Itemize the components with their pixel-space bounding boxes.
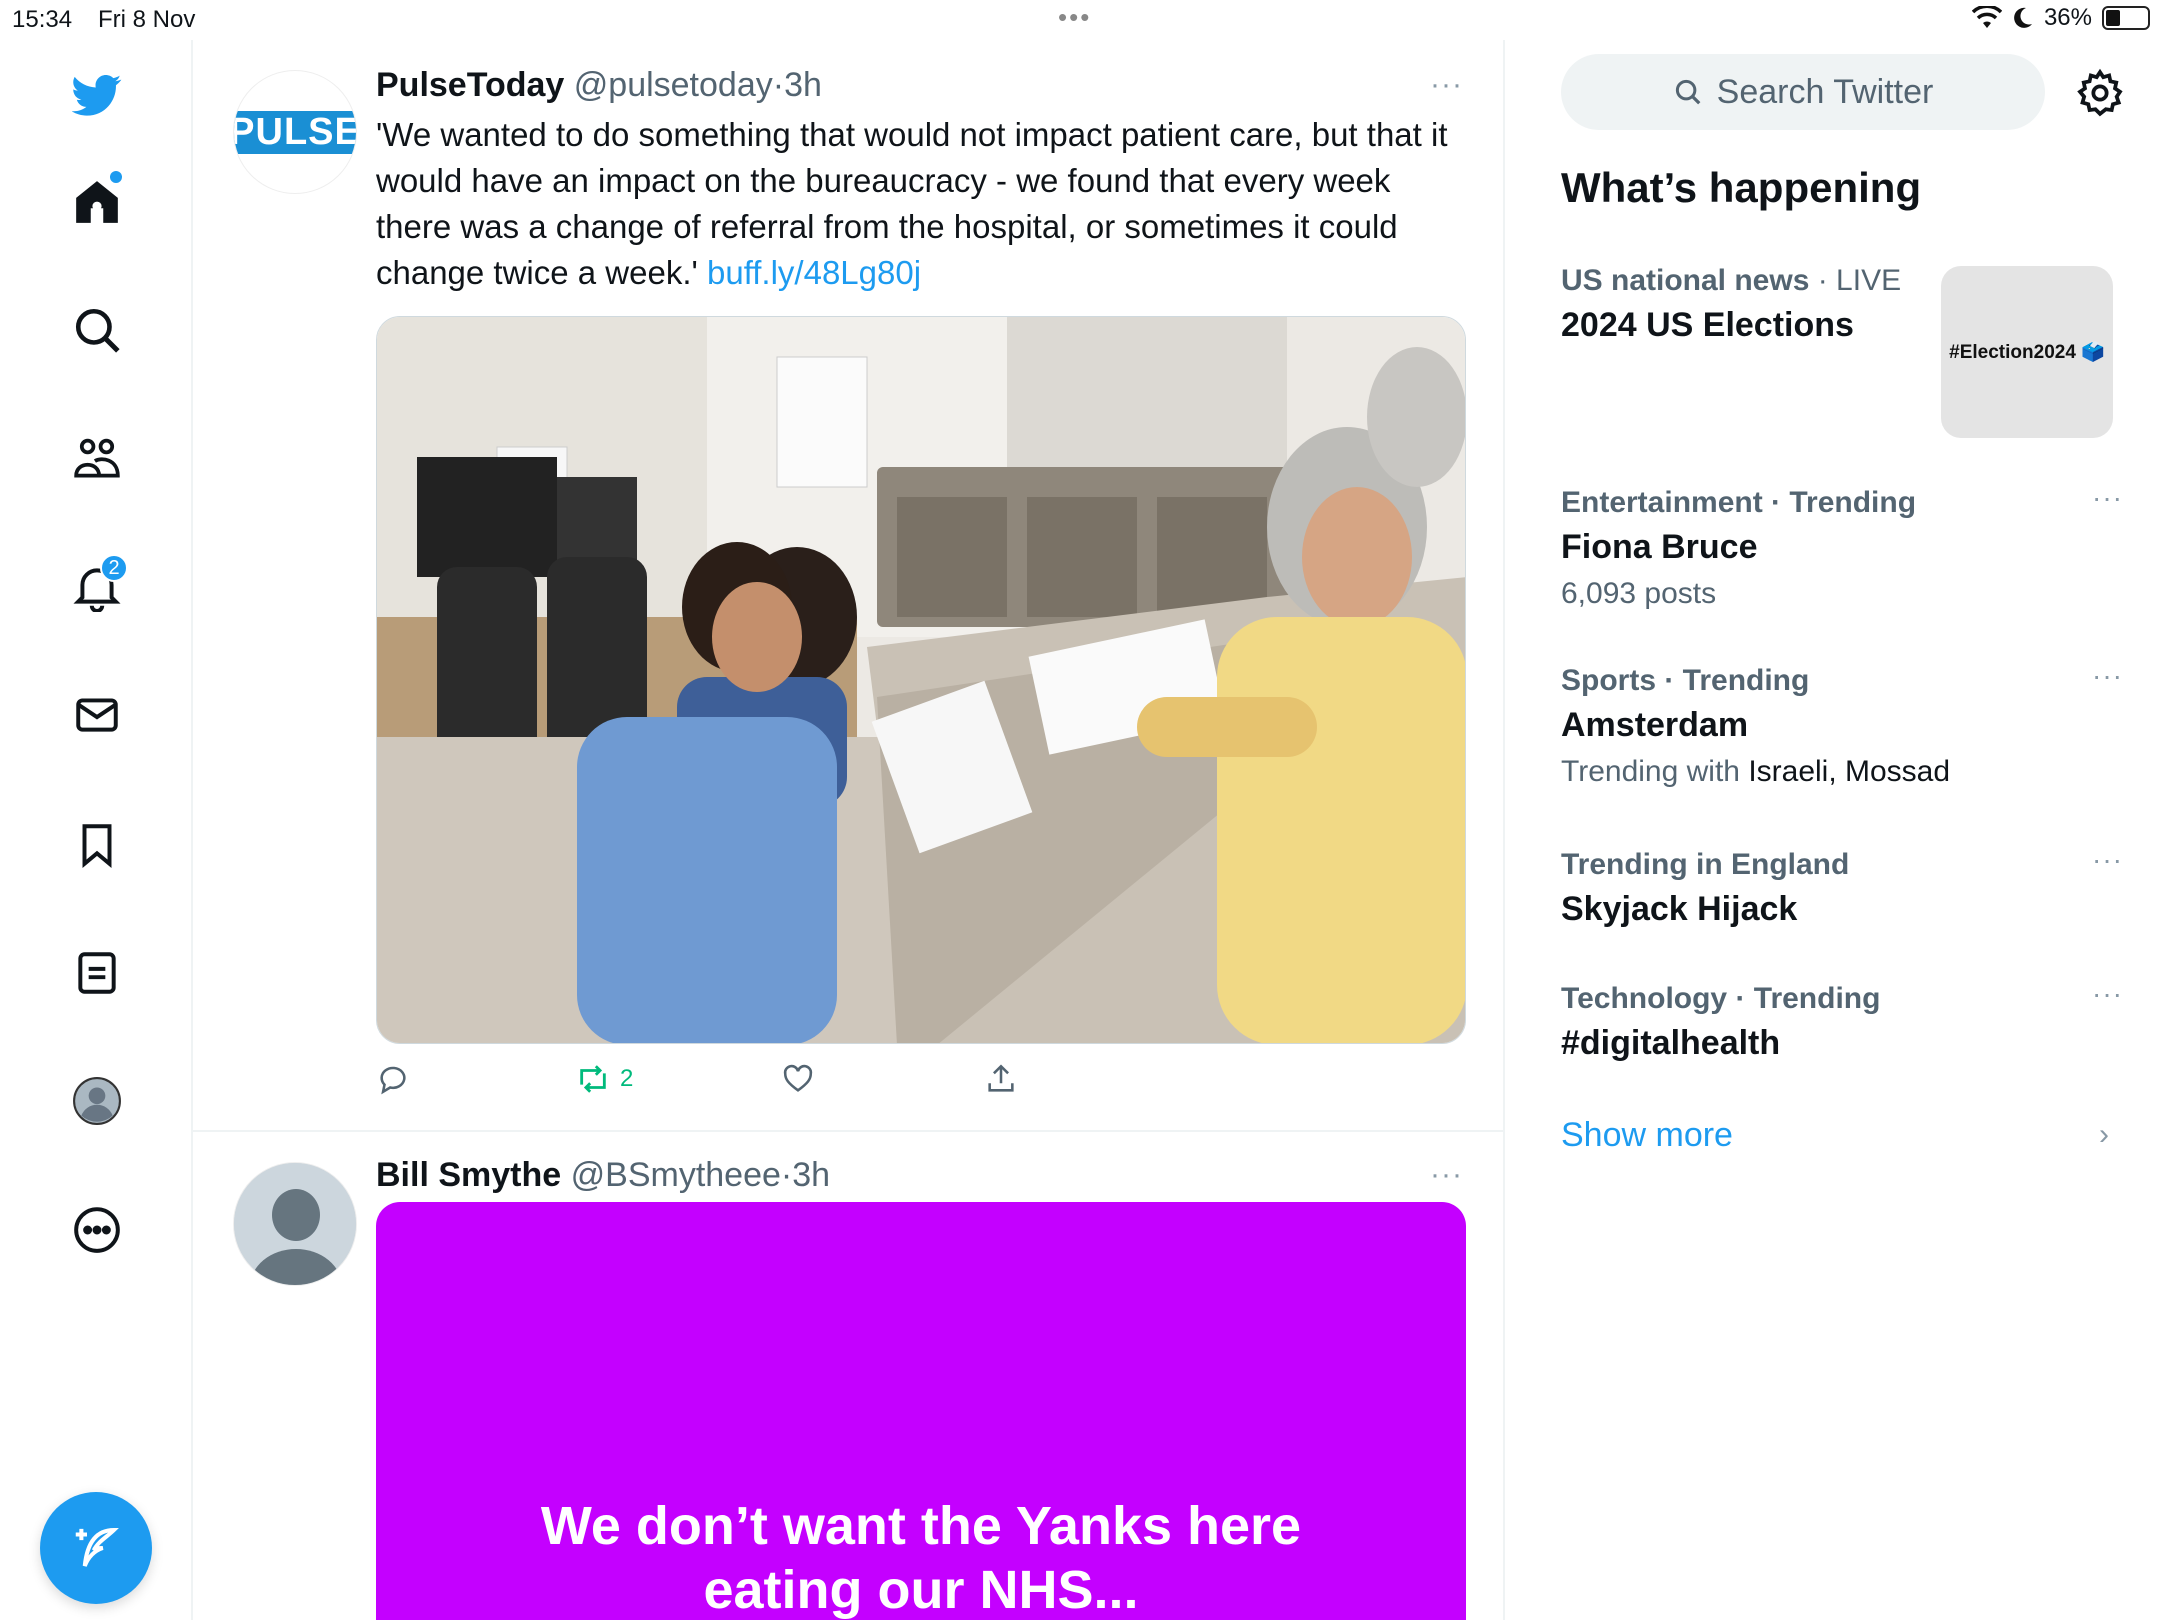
author-name[interactable]: PulseToday (376, 66, 564, 104)
trend-item[interactable]: Entertainment · Trending Fiona Bruce 6,0… (1561, 482, 2122, 611)
trend-posts: 6,093 posts (1561, 577, 1717, 610)
pulse-avatar[interactable]: PULSE (233, 70, 357, 194)
share-button[interactable] (984, 1062, 1018, 1096)
trend-context: Trending with Israeli, Mossad (1561, 755, 2121, 789)
retweet-icon (580, 1065, 606, 1093)
whats-happening-title: What’s happening (1561, 164, 1922, 211)
separator: · (772, 66, 785, 104)
trend-title: Fiona Bruce (1561, 528, 1758, 566)
show-more-link[interactable]: Show more (1561, 1116, 1733, 1155)
chevron-right-icon: › (2099, 1118, 2109, 1151)
home-icon[interactable] (62, 167, 132, 237)
author-name[interactable]: Bill Smythe (376, 1156, 561, 1194)
trend-item[interactable]: Technology · Trending #digitalhealth ··· (1561, 978, 2122, 1063)
tweet-photo-clinic[interactable] (376, 316, 1466, 1044)
tweet-actions: 2 (376, 1062, 1018, 1096)
trend-thumbnail[interactable]: #Election2024 🗳️ (1941, 266, 2113, 438)
author-handle[interactable]: @BSmytheee (571, 1156, 781, 1194)
tweet-header: PulseToday @pulsetoday·3h (376, 66, 822, 105)
right-sidebar: Search Twitter What’s happening US natio… (1507, 40, 2160, 1620)
notifications-badge: 2 (100, 554, 128, 582)
trend-title: #digitalhealth (1561, 1024, 1781, 1062)
separator: · (780, 1156, 793, 1194)
trend-context-names[interactable]: Israeli, Mossad (1748, 755, 1950, 788)
compose-tweet-button[interactable] (40, 1492, 152, 1604)
home-unread-dot (110, 171, 122, 183)
explore-search-icon[interactable] (62, 295, 132, 365)
bookmarks-icon[interactable] (62, 810, 132, 880)
search-box[interactable]: Search Twitter (1561, 54, 2045, 130)
notifications-bell-icon[interactable]: 2 (62, 552, 132, 622)
trend-more-icon[interactable]: ··· (2092, 660, 2123, 692)
tweet-text: 'We wanted to do something that would no… (376, 112, 1456, 296)
status-date: Fri 8 Nov (98, 6, 196, 33)
tweet-image-text[interactable]: We don’t want the Yanks here eating our … (376, 1202, 1466, 1620)
trend-status: · LIVE (1817, 264, 1902, 297)
trend-more-icon[interactable]: ··· (2092, 482, 2123, 514)
like-button[interactable] (781, 1062, 984, 1096)
pulse-logo: PULSE (234, 110, 356, 154)
settings-gear-icon[interactable] (2075, 68, 2125, 118)
tweet-more-icon[interactable]: ··· (1430, 1158, 1463, 1192)
battery-level (2106, 10, 2120, 26)
tweet-bsmytheee[interactable]: Bill Smythe @BSmytheee·3h ··· We don’t w… (193, 1132, 1503, 1620)
tweet-link[interactable]: buff.ly/48Lg80j (707, 254, 921, 291)
share-icon (988, 1064, 1014, 1092)
heart-icon (783, 1064, 813, 1092)
clinic-reception-photo (377, 317, 1465, 1043)
tweet-more-icon[interactable]: ··· (1430, 68, 1463, 102)
trend-context-prefix: Trending with (1561, 755, 1749, 788)
trend-category: US national news (1561, 264, 1810, 297)
default-profile-icon (234, 1163, 356, 1285)
default-avatar[interactable] (233, 1162, 357, 1286)
retweet-count: 2 (620, 1065, 634, 1092)
profile-avatar-icon[interactable] (62, 1066, 132, 1136)
twitter-logo-icon[interactable] (62, 60, 132, 130)
author-handle[interactable]: @pulsetoday (574, 66, 773, 104)
tweet-header: Bill Smythe @BSmytheee·3h (376, 1156, 830, 1195)
trend-category: Technology · Trending (1561, 982, 1881, 1015)
left-navigation: 2 (0, 40, 193, 1620)
trend-title: Skyjack Hijack (1561, 890, 1798, 928)
trend-more-icon[interactable]: ··· (2092, 978, 2123, 1010)
image-caption: We don’t want the Yanks here eating our … (540, 1496, 1302, 1620)
multitasking-dots-icon[interactable]: ••• (1058, 2, 1091, 33)
moon-icon (2014, 7, 2032, 28)
trend-item[interactable]: Trending in England Skyjack Hijack ··· (1561, 844, 2122, 929)
trend-category: Sports · Trending (1561, 664, 1810, 697)
tweet-time[interactable]: 3h (784, 66, 822, 104)
communities-icon[interactable] (62, 424, 132, 494)
feather-plus-icon (75, 1527, 119, 1567)
lists-icon[interactable] (62, 938, 132, 1008)
tweet-pulsetoday[interactable]: PULSE PulseToday @pulsetoday·3h ··· 'We … (193, 40, 1503, 1130)
battery-icon (2102, 6, 2150, 30)
timeline: PULSE PulseToday @pulsetoday·3h ··· 'We … (193, 40, 1505, 1620)
reply-icon (380, 1066, 406, 1095)
reply-button[interactable] (376, 1062, 576, 1096)
search-placeholder: Search Twitter (1716, 72, 1934, 111)
battery-percent: 36% (2043, 4, 2092, 31)
more-options-icon[interactable] (62, 1195, 132, 1265)
trend-item[interactable]: Sports · Trending Amsterdam Trending wit… (1561, 660, 2122, 789)
retweet-button[interactable]: 2 (576, 1062, 781, 1096)
trend-category: Trending in England (1561, 848, 1850, 881)
search-icon (1675, 79, 1701, 105)
trend-category: Entertainment · Trending (1561, 486, 1917, 519)
status-bar: 15:34 Fri 8 Nov ••• 36% (0, 0, 2160, 40)
status-time: 15:34 (12, 6, 73, 33)
trend-title: Amsterdam (1561, 706, 1749, 744)
tweet-time[interactable]: 3h (792, 1156, 830, 1194)
status-right: 36% (1971, 4, 2150, 32)
wifi-icon (1971, 6, 2002, 28)
messages-envelope-icon[interactable] (62, 680, 132, 750)
trend-more-icon[interactable]: ··· (2092, 844, 2123, 876)
